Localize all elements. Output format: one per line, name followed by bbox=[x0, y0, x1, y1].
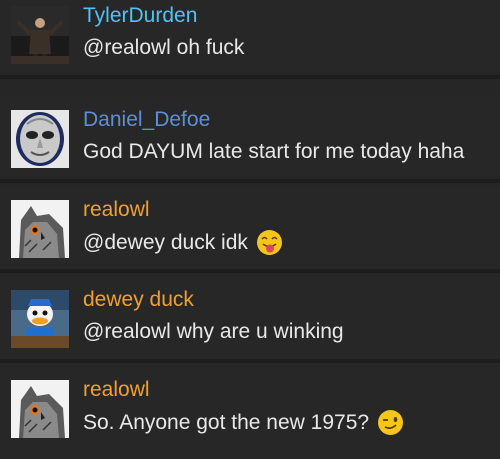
avatar[interactable] bbox=[11, 290, 69, 348]
avatar[interactable] bbox=[11, 6, 69, 64]
chat-message: realowl @dewey duck idk bbox=[0, 187, 500, 273]
cartoon-duck-avatar bbox=[11, 290, 69, 348]
username[interactable]: Daniel_Defoe bbox=[83, 107, 210, 133]
chat-message: Daniel_Defoe God DAYUM late start for me… bbox=[0, 97, 500, 183]
man-with-raised-arms-avatar bbox=[11, 6, 69, 64]
winking-emoji bbox=[377, 409, 404, 436]
chat-feed: TylerDurden @realowl oh fuck Daniel_Defo… bbox=[0, 0, 500, 459]
message-text: @dewey duck idk bbox=[83, 229, 283, 256]
message-text: God DAYUM late start for me today haha bbox=[83, 139, 464, 165]
message-body: @realowl why are u winking bbox=[83, 320, 344, 343]
chat-message: realowl So. Anyone got the new 1975? bbox=[0, 367, 500, 459]
username[interactable]: dewey duck bbox=[83, 287, 194, 313]
message-text: @realowl oh fuck bbox=[83, 35, 244, 61]
message-body: @realowl oh fuck bbox=[83, 36, 245, 59]
message-text: So. Anyone got the new 1975? bbox=[83, 409, 404, 436]
owl-avatar bbox=[11, 200, 69, 258]
avatar[interactable] bbox=[11, 200, 69, 258]
tongue-out-emoji bbox=[256, 229, 283, 256]
message-body: @dewey duck idk bbox=[83, 230, 248, 254]
username[interactable]: realowl bbox=[83, 197, 150, 223]
username[interactable]: TylerDurden bbox=[83, 3, 197, 29]
owl-avatar bbox=[11, 380, 69, 438]
chat-message: dewey duck @realowl why are u winking bbox=[0, 277, 500, 363]
message-body: So. Anyone got the new 1975? bbox=[83, 410, 370, 434]
chat-message: TylerDurden @realowl oh fuck bbox=[0, 0, 500, 79]
avatar[interactable] bbox=[11, 110, 69, 168]
message-text: @realowl why are u winking bbox=[83, 319, 344, 345]
username[interactable]: realowl bbox=[83, 377, 150, 403]
guy-fawkes-mask-avatar bbox=[11, 110, 69, 168]
avatar[interactable] bbox=[11, 380, 69, 438]
message-body: God DAYUM late start for me today haha bbox=[83, 140, 465, 163]
